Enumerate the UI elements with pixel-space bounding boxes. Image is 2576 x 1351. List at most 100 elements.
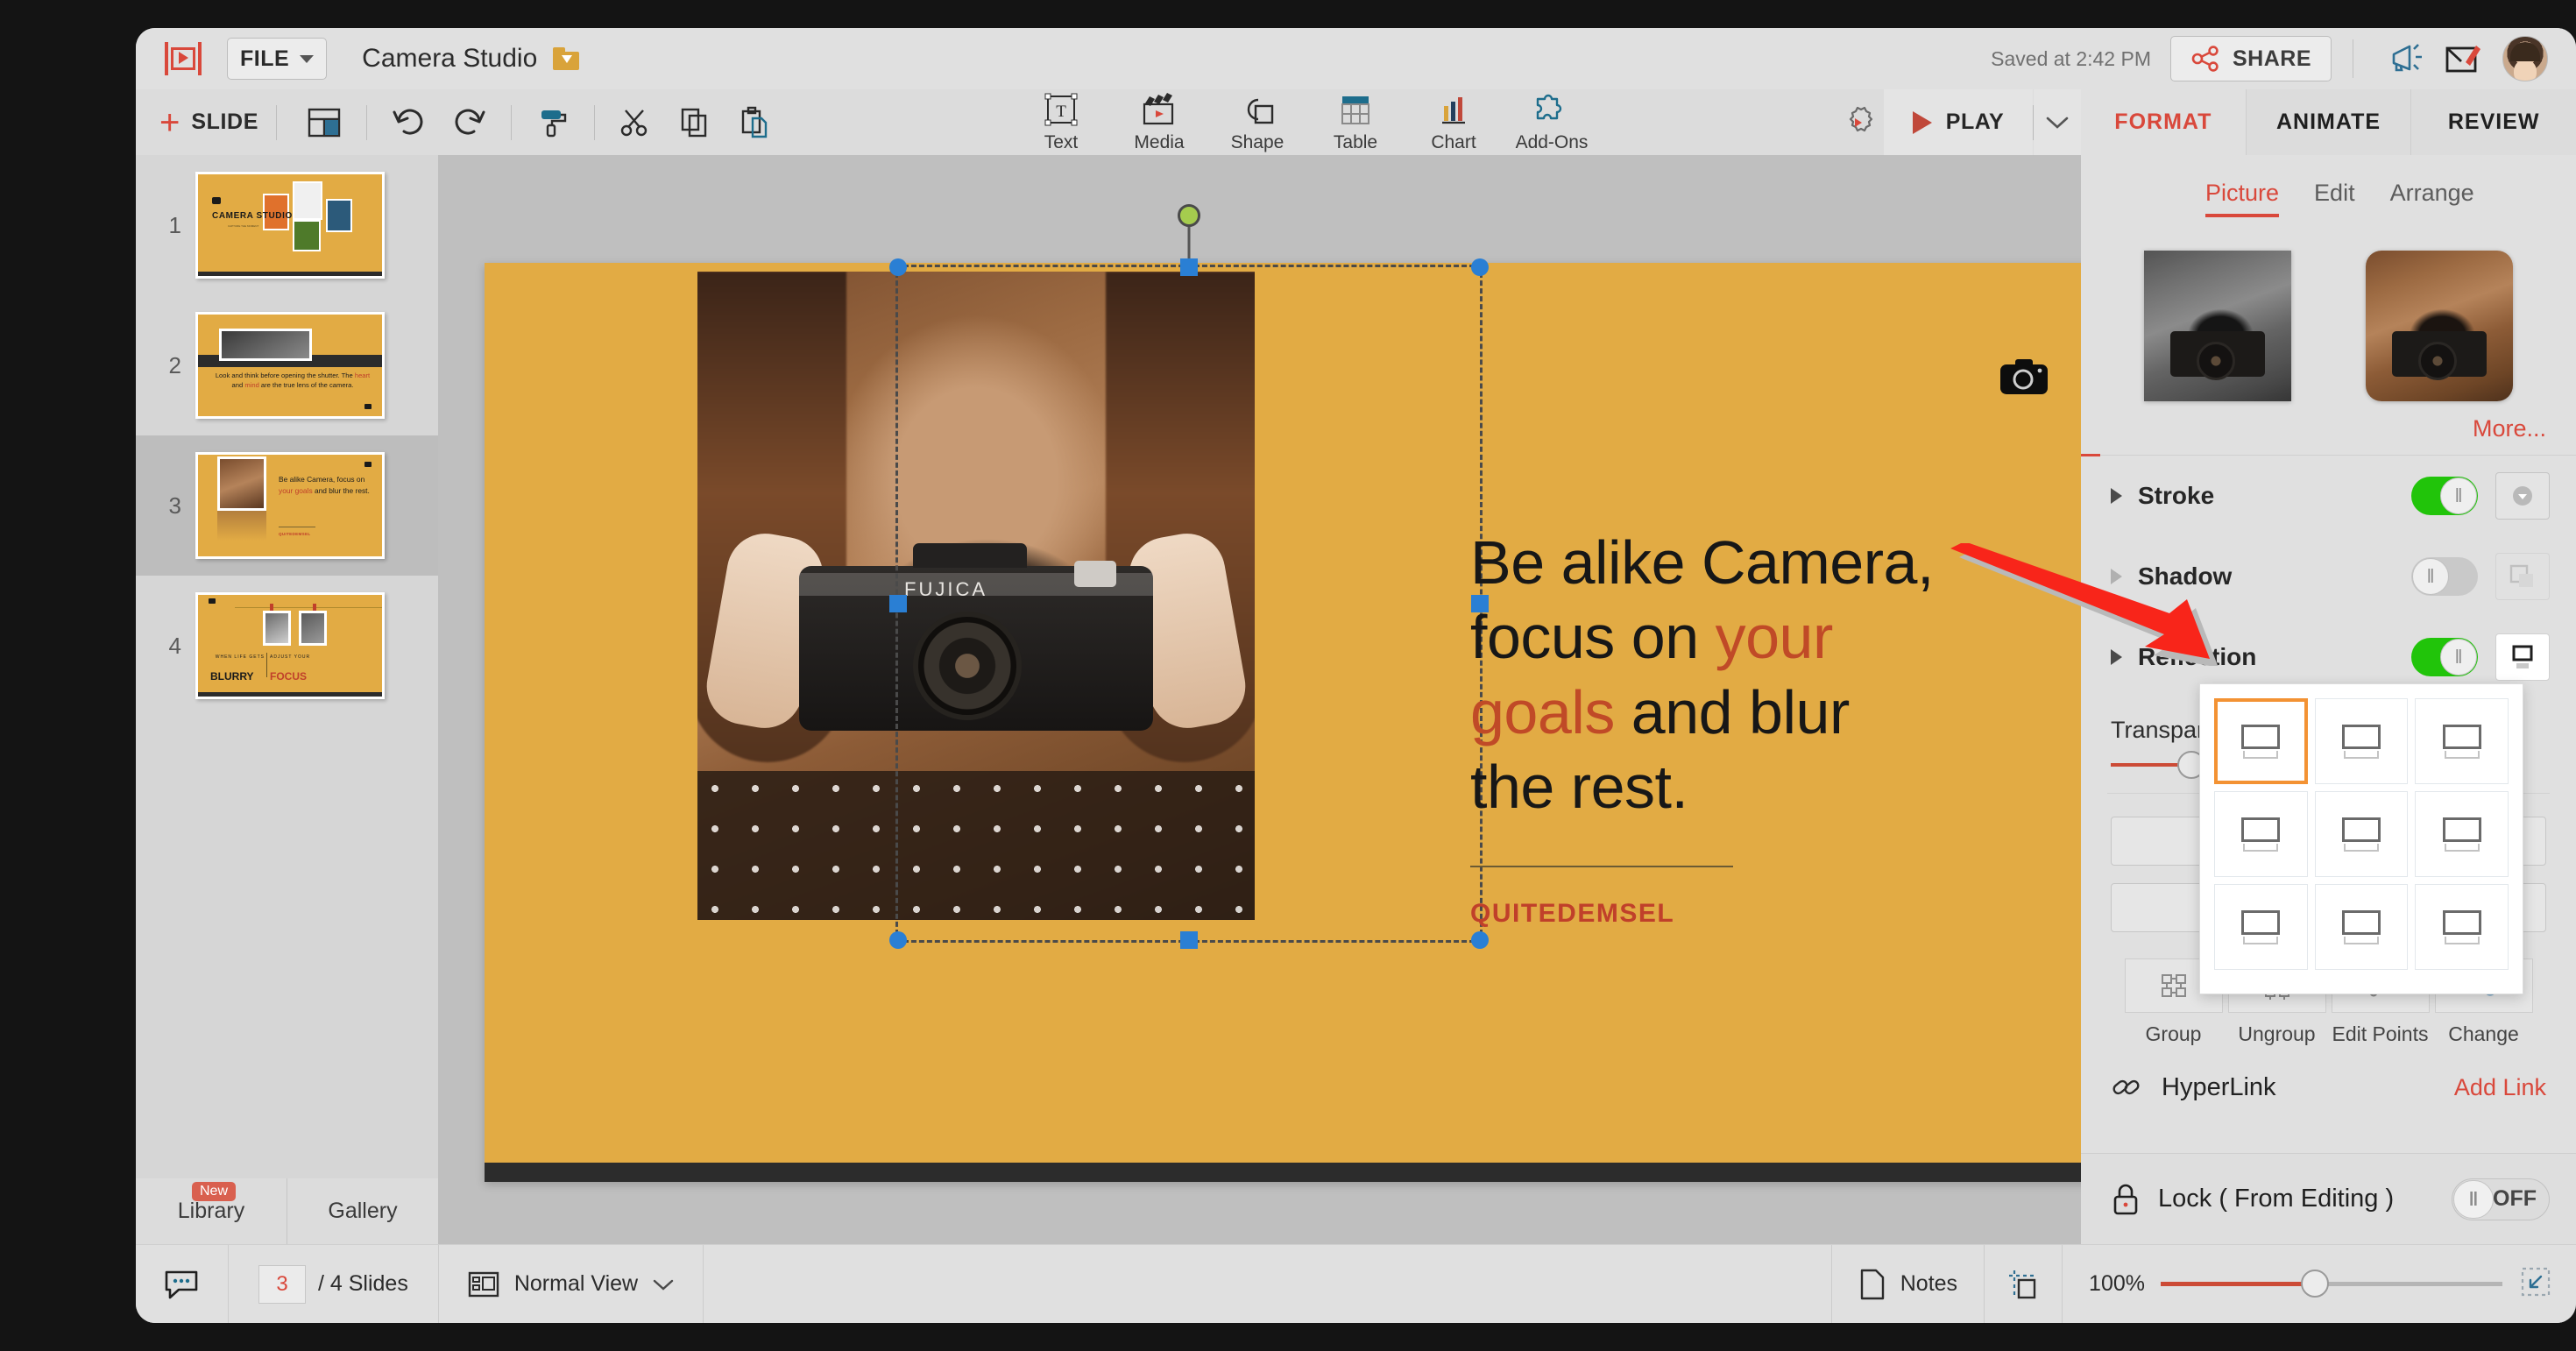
tab-animate[interactable]: ANIMATE: [2246, 89, 2411, 155]
share-button[interactable]: SHARE: [2170, 36, 2332, 81]
slide-thumbnail-1[interactable]: 1 CAMERA STUDIO CAPTURE THE MOMENT: [136, 155, 438, 295]
row-stroke: Stroke ‖: [2081, 456, 2576, 536]
folder-download-icon[interactable]: [553, 47, 579, 70]
lock-toggle[interactable]: ‖ OFF: [2452, 1178, 2550, 1220]
scissors-icon[interactable]: [616, 103, 655, 142]
redo-icon[interactable]: [449, 103, 488, 142]
zoom-slider-knob[interactable]: [2301, 1270, 2329, 1298]
expand-triangle-icon[interactable]: [2111, 488, 2122, 504]
tab-gallery[interactable]: Gallery: [287, 1178, 438, 1244]
play-button[interactable]: PLAY: [1884, 89, 2033, 155]
user-avatar[interactable]: [2502, 36, 2548, 81]
insert-addons-button[interactable]: Add-Ons: [1503, 91, 1601, 153]
resize-handle-l[interactable]: [889, 595, 907, 612]
play-icon: [1913, 111, 1932, 134]
tab-format-label: FORMAT: [2114, 110, 2212, 135]
guides-icon[interactable]: [1985, 1268, 2062, 1301]
comment-icon[interactable]: [136, 1267, 228, 1302]
slide-thumbnail-4[interactable]: 4 WHEN LIFE GETS ADJUST YOUR BLURRY FOCU…: [136, 576, 438, 716]
reflection-toggle[interactable]: ‖: [2411, 638, 2478, 676]
reflection-option-8[interactable]: [2315, 884, 2409, 970]
file-menu-button[interactable]: FILE: [227, 38, 327, 80]
shadow-toggle[interactable]: ‖: [2411, 557, 2478, 596]
insert-tools: T Text Media Shape: [1012, 89, 1601, 155]
slide-canvas[interactable]: FUJICA: [485, 263, 2176, 1182]
resize-handle-bl[interactable]: [889, 931, 907, 949]
insert-media-button[interactable]: Media: [1110, 91, 1208, 153]
selection-bounding-box[interactable]: [895, 265, 1483, 943]
subtab-edit[interactable]: Edit: [2314, 180, 2355, 217]
reflection-option-1[interactable]: [2214, 698, 2308, 784]
presentation-logo-icon[interactable]: [165, 40, 202, 77]
resize-handle-t[interactable]: [1180, 258, 1198, 276]
lock-label: Lock ( From Editing ): [2158, 1185, 2394, 1213]
reflection-option-9[interactable]: [2415, 884, 2509, 970]
tab-library[interactable]: Library New: [136, 1178, 287, 1244]
add-slide-button[interactable]: + SLIDE: [159, 109, 258, 137]
document-title[interactable]: Camera Studio: [362, 44, 537, 74]
slide-thumb-body: CAMERA STUDIO CAPTURE THE MOMENT: [195, 172, 385, 279]
reflection-option-6[interactable]: [2415, 791, 2509, 877]
notes-label: Notes: [1900, 1271, 1957, 1297]
reflection-option-2[interactable]: [2315, 698, 2409, 784]
current-slide-input[interactable]: 3: [258, 1265, 306, 1304]
camera-icon: [2000, 359, 2048, 394]
stroke-label: Stroke: [2138, 482, 2214, 510]
fit-to-screen-icon[interactable]: [2518, 1264, 2553, 1304]
copy-icon[interactable]: [676, 103, 714, 142]
gear-icon[interactable]: [1831, 96, 1884, 149]
ribbon-tabs: FORMAT ANIMATE REVIEW: [2081, 89, 2576, 155]
reflection-preset-popup[interactable]: [2199, 683, 2523, 994]
reflection-preset-icon[interactable]: [2495, 633, 2550, 681]
picture-preview-grayscale[interactable]: [2144, 251, 2291, 401]
view-mode-selector[interactable]: Normal View: [439, 1270, 703, 1299]
format-painter-icon[interactable]: [534, 103, 573, 142]
add-link-button[interactable]: Add Link: [2454, 1074, 2546, 1101]
reflection-option-7[interactable]: [2214, 884, 2308, 970]
canvas-area[interactable]: FUJICA: [438, 155, 2081, 1244]
play-label: PLAY: [1946, 110, 2004, 135]
resize-handle-tr[interactable]: [1471, 258, 1489, 276]
resize-handle-tl[interactable]: [889, 258, 907, 276]
slide-4-word-left: BLURRY: [210, 670, 254, 683]
color-dropdown-icon[interactable]: [2495, 472, 2550, 520]
layout-icon[interactable]: [305, 103, 343, 142]
more-presets-link[interactable]: More...: [2081, 401, 2576, 442]
slide-thumbnail-3[interactable]: 3 Be alike Camera, focus on your goals a…: [136, 435, 438, 576]
shadow-preset-icon[interactable]: [2495, 553, 2550, 600]
insert-table-button[interactable]: Table: [1306, 91, 1405, 153]
subtab-arrange[interactable]: Arrange: [2390, 180, 2474, 217]
zoom-slider[interactable]: [2161, 1282, 2502, 1286]
rotation-handle[interactable]: [1178, 204, 1200, 227]
saved-status: Saved at 2:42 PM: [1991, 47, 2151, 71]
slides-panel[interactable]: 1 CAMERA STUDIO CAPTURE THE MOMENT 2 Loo…: [136, 155, 438, 1323]
tab-format[interactable]: FORMAT: [2081, 89, 2246, 155]
reflection-option-4[interactable]: [2214, 791, 2308, 877]
slide-3-caption: QUITEDEMSEL: [279, 532, 310, 536]
insert-chart-label: Chart: [1431, 132, 1476, 153]
paste-icon[interactable]: [735, 103, 774, 142]
slide-thumbnail-2[interactable]: 2 Look and think before opening the shut…: [136, 295, 438, 435]
megaphone-icon[interactable]: [2387, 38, 2429, 80]
reflection-option-3[interactable]: [2415, 698, 2509, 784]
insert-shape-button[interactable]: Shape: [1208, 91, 1306, 153]
tab-review-label: REVIEW: [2448, 110, 2540, 135]
feedback-pen-icon[interactable]: [2441, 38, 2483, 80]
reflection-option-5[interactable]: [2315, 791, 2409, 877]
tab-review[interactable]: REVIEW: [2410, 89, 2576, 155]
resize-handle-b[interactable]: [1180, 931, 1198, 949]
quote-line-4: the rest.: [1470, 750, 2084, 824]
play-options-button[interactable]: [2034, 89, 2081, 155]
insert-text-button[interactable]: T Text: [1012, 91, 1110, 153]
status-bar: 3 / 4 Slides Normal View Notes: [136, 1244, 2576, 1323]
picture-preview-frame[interactable]: [2366, 251, 2513, 401]
notes-button[interactable]: Notes: [1832, 1268, 1984, 1301]
new-badge: New: [192, 1182, 236, 1201]
subtab-picture[interactable]: Picture: [2205, 180, 2279, 217]
insert-chart-button[interactable]: Chart: [1405, 91, 1503, 153]
stroke-toggle[interactable]: ‖: [2411, 477, 2478, 515]
insert-media-label: Media: [1134, 132, 1184, 153]
resize-handle-br[interactable]: [1471, 931, 1489, 949]
undo-icon[interactable]: [390, 103, 428, 142]
selected-image[interactable]: FUJICA: [697, 272, 1255, 920]
